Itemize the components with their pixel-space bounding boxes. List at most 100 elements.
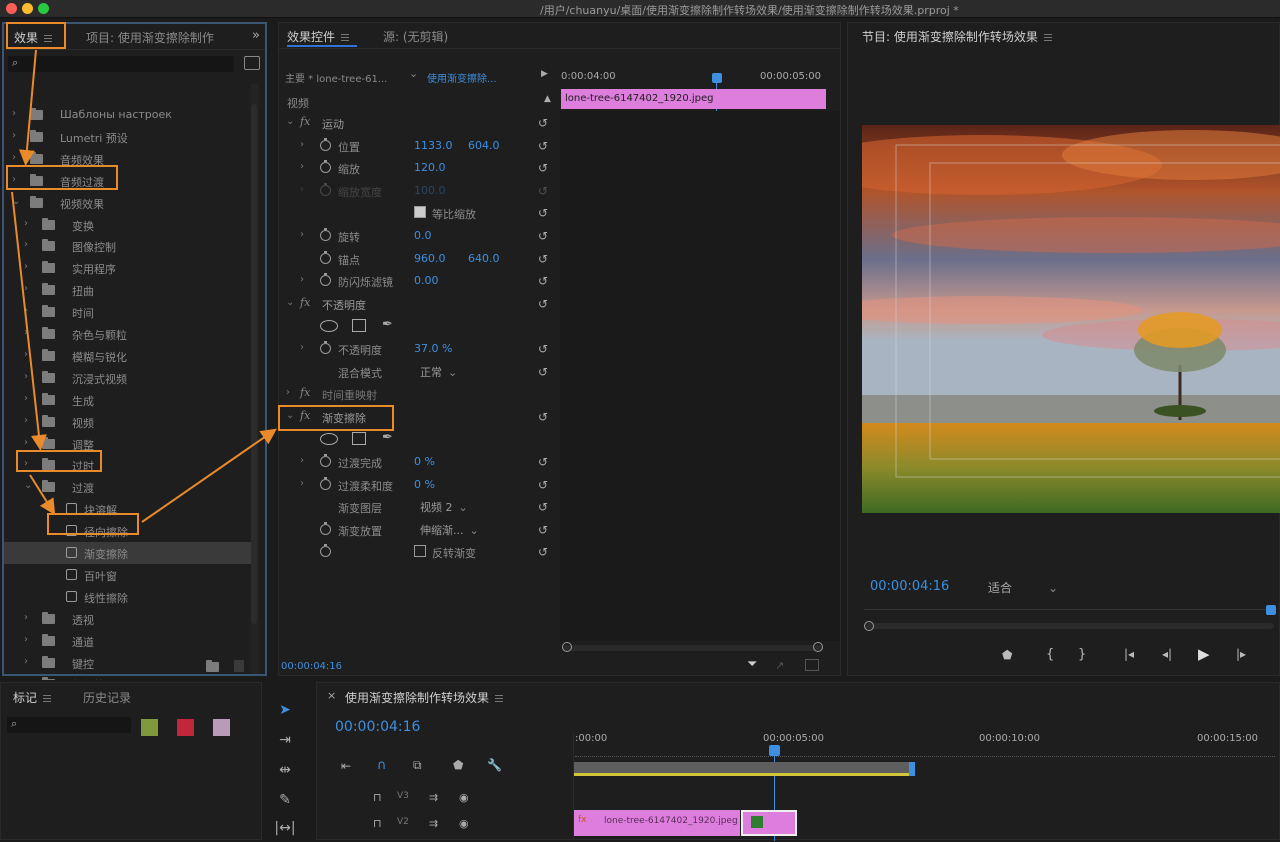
reset-icon[interactable]: ↺ — [538, 523, 548, 537]
search-icon: ⌕ — [11, 717, 18, 730]
snap-icon[interactable]: ∩ — [377, 758, 387, 773]
reset-icon[interactable]: ↺ — [538, 116, 548, 130]
effects-folder[interactable]: › 通道 — [4, 630, 252, 652]
timeline-clip[interactable]: fx lone-tree-6147402_1920.jpeg — [574, 810, 740, 836]
new-custom-bin-icon[interactable] — [206, 660, 219, 672]
track-label-v2[interactable]: V2 — [397, 817, 409, 827]
reset-icon[interactable]: ↺ — [538, 139, 548, 153]
property-select[interactable]: 伸缩渐... — [420, 522, 479, 538]
sequence-clip-label[interactable]: 使用渐变擦除... — [427, 70, 497, 85]
mark-in-icon[interactable]: { — [1046, 647, 1054, 662]
zoom-handle-right[interactable] — [813, 642, 823, 652]
reset-icon[interactable]: ↺ — [538, 365, 548, 379]
filter-icon[interactable]: ⏷ — [747, 657, 757, 672]
track-select-tool-icon[interactable]: ⇥ — [272, 732, 298, 754]
close-sequence-icon[interactable]: × — [327, 689, 336, 702]
ec-clip-label: lone-tree-6147402_1920.jpeg — [565, 93, 714, 104]
panel-menu-icon[interactable] — [495, 695, 504, 702]
mark-out-icon[interactable]: } — [1078, 647, 1086, 662]
property-select[interactable]: 正常 — [420, 364, 457, 380]
reset-icon[interactable]: ↺ — [538, 545, 548, 559]
effects-folder[interactable]: › 透视 — [4, 608, 252, 630]
program-playhead[interactable] — [1266, 605, 1276, 615]
reset-icon[interactable]: ↺ — [538, 478, 548, 492]
transition-thumbnail[interactable] — [741, 810, 797, 836]
marker-color-pink[interactable] — [213, 719, 230, 736]
step-forward-icon[interactable]: |▸ — [1236, 647, 1246, 661]
folder-icon — [42, 611, 55, 624]
wrench-icon[interactable]: 🔧 — [487, 758, 502, 772]
play-triangle-icon[interactable]: ▶ — [541, 69, 548, 79]
ec-clip-bar[interactable]: lone-tree-6147402_1920.jpeg — [561, 89, 826, 109]
play-icon[interactable]: ▶ — [1198, 645, 1210, 663]
reset-icon[interactable]: ↺ — [538, 342, 548, 356]
ec-timecode[interactable]: 00:00:04:16 — [281, 661, 342, 672]
timeline-sequence-tab[interactable]: 使用渐变擦除制作转场效果 — [345, 689, 504, 706]
add-marker-icon[interactable]: ⬟ — [1002, 648, 1012, 662]
marker-color-green[interactable] — [141, 719, 158, 736]
lock-icon[interactable]: ⊓ — [373, 817, 382, 830]
ripple-edit-tool-icon[interactable]: ⇹ — [272, 762, 298, 784]
chevron-right-icon[interactable]: › — [24, 634, 28, 645]
reset-icon[interactable]: ↺ — [538, 410, 548, 424]
eye-icon[interactable]: ◉ — [459, 791, 469, 804]
reset-icon[interactable]: ↺ — [538, 500, 548, 514]
nest-icon[interactable]: ⇤ — [341, 759, 351, 773]
timeline-ruler-ticks[interactable] — [575, 747, 1275, 757]
markers-search-input[interactable]: ⌕ — [7, 717, 131, 733]
zoom-handle-left[interactable] — [562, 642, 572, 652]
slip-tool-icon[interactable]: |↔| — [272, 820, 298, 842]
ec-zoom-scrollbar[interactable] — [563, 645, 823, 651]
timeline-playhead-handle[interactable] — [769, 745, 780, 756]
chevron-right-icon[interactable]: › — [24, 656, 28, 667]
ec-ruler-end: 00:00:05:00 — [760, 71, 822, 82]
ec-keyframe-area[interactable] — [560, 111, 840, 641]
delete-icon[interactable] — [234, 660, 244, 672]
tab-markers[interactable]: 标记 — [13, 689, 52, 706]
fit-select[interactable]: 适合 ⌄ — [988, 579, 1058, 596]
marker-color-red[interactable] — [177, 719, 194, 736]
property-value-2[interactable]: 604.0 — [468, 139, 500, 152]
program-video-frame[interactable] — [862, 125, 1280, 513]
lock-icon[interactable]: ⊓ — [373, 791, 382, 804]
eye-icon[interactable]: ◉ — [459, 817, 469, 830]
collapse-up-icon[interactable]: ▲ — [544, 94, 551, 104]
program-timecode[interactable]: 00:00:04:16 — [870, 579, 949, 594]
reset-icon[interactable]: ↺ — [538, 455, 548, 469]
sync-lock-icon[interactable]: ⇉ — [429, 791, 438, 804]
reset-icon[interactable]: ↺ — [538, 274, 548, 288]
linked-selection-icon[interactable]: ⧉ — [413, 758, 422, 773]
chevron-right-icon[interactable]: › — [24, 612, 28, 623]
effect-preset[interactable]: 线性擦除 — [4, 586, 252, 608]
zoom-handle[interactable] — [864, 621, 874, 631]
razor-tool-icon[interactable]: ✎ — [272, 792, 298, 814]
reset-icon[interactable]: ↺ — [538, 161, 548, 175]
export-frame-icon[interactable]: ↗ — [775, 659, 784, 672]
program-monitor: 节目: 使用渐变擦除制作转场效果 00:00:04:16 适合 ⌄ ⬟ {} … — [847, 22, 1280, 676]
ec-playhead-handle[interactable] — [712, 73, 722, 83]
reset-icon[interactable]: ↺ — [538, 206, 548, 220]
selection-tool-icon[interactable]: ➤ — [272, 702, 298, 724]
track-label-v3[interactable]: V3 — [397, 791, 409, 801]
go-to-in-icon[interactable]: |◂ — [1124, 647, 1134, 661]
sync-lock-icon[interactable]: ⇉ — [429, 817, 438, 830]
property-select[interactable]: 视频 2 — [420, 499, 468, 515]
reset-icon[interactable]: ↺ — [538, 184, 548, 198]
program-zoom-scrollbar[interactable] — [864, 623, 1274, 629]
tab-history[interactable]: 历史记录 — [83, 689, 131, 706]
reset-icon[interactable]: ↺ — [538, 229, 548, 243]
reset-icon[interactable]: ↺ — [538, 252, 548, 266]
panel-menu-icon[interactable] — [43, 695, 52, 702]
timeline-timecode[interactable]: 00:00:04:16 — [335, 719, 420, 735]
property-value-2[interactable]: 640.0 — [468, 252, 500, 265]
panel-menu-icon[interactable] — [1043, 34, 1052, 41]
settings-frame-icon[interactable] — [805, 659, 819, 671]
step-back-icon[interactable]: ◂| — [1162, 647, 1172, 661]
work-area-end-handle[interactable] — [909, 762, 915, 776]
add-marker-icon[interactable]: ⬟ — [453, 758, 463, 772]
program-monitor-title[interactable]: 节目: 使用渐变擦除制作转场效果 — [862, 28, 1052, 45]
reset-icon[interactable]: ↺ — [538, 297, 548, 311]
tree-item-label: 通道 — [72, 635, 94, 649]
work-area-bar[interactable] — [574, 762, 909, 776]
effect-preset[interactable]: 百叶窗 — [4, 564, 252, 586]
